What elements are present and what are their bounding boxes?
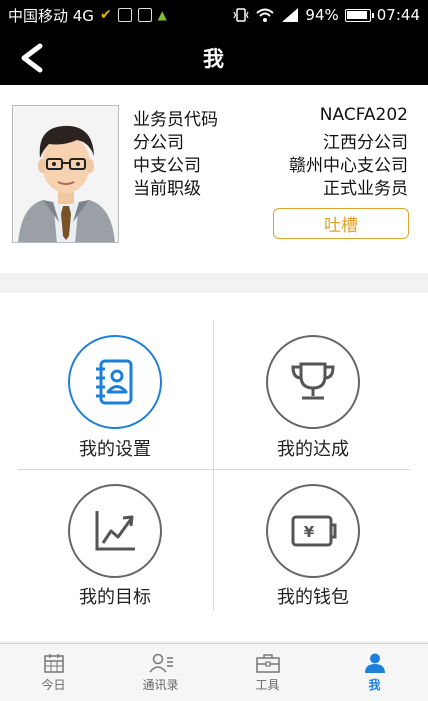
clock: 07:44 xyxy=(376,6,420,24)
notification-icon xyxy=(117,8,132,22)
title-bar: 我 xyxy=(0,30,428,85)
wallet-icon: ¥ xyxy=(266,484,360,578)
menu-item-settings[interactable]: 我的设置 xyxy=(17,323,213,473)
address-book-icon xyxy=(68,335,162,429)
carrier-label: 中国移动 4G xyxy=(8,6,94,25)
menu-item-achievement[interactable]: 我的达成 xyxy=(215,323,411,473)
feedback-button[interactable]: 吐槽 xyxy=(273,208,409,239)
rank-label: 当前职级 xyxy=(133,179,201,199)
rank-value: 正式业务员 xyxy=(323,179,408,199)
agent-code-value: NACFA202 xyxy=(319,105,408,125)
profile-card: 业务员代码 NACFA202 分公司 江西分公司 中支公司 赣州中心支公司 当前… xyxy=(0,85,428,273)
toolbox-icon xyxy=(255,654,280,673)
businessman-avatar-icon xyxy=(13,106,118,242)
nav-label-today: 今日 xyxy=(41,678,66,692)
back-button[interactable] xyxy=(10,38,54,78)
bottom-nav: 今日 通讯录 工具 我 xyxy=(0,643,428,701)
status-bar: 中国移动 4G ✔ ▲ 94% 07:44 xyxy=(0,0,428,30)
growth-chart-icon xyxy=(68,484,162,578)
agent-code-label: 业务员代码 xyxy=(133,110,218,130)
battery-icon xyxy=(344,8,374,22)
status-right: 94% 07:44 xyxy=(233,6,420,24)
battery-percent: 94% xyxy=(305,6,339,24)
calendar-icon xyxy=(43,654,64,673)
wifi-icon xyxy=(256,8,275,22)
menu-item-target[interactable]: 我的目标 xyxy=(17,478,213,628)
nav-label-tools: 工具 xyxy=(255,678,280,692)
svg-text:¥: ¥ xyxy=(304,523,315,541)
nav-label-me: 我 xyxy=(368,678,381,692)
info-row-sub-branch: 中支公司 赣州中心支公司 xyxy=(133,151,408,176)
nav-item-today[interactable]: 今日 xyxy=(0,644,107,701)
menu-label-target: 我的目标 xyxy=(79,587,151,608)
info-row-agent-code: 业务员代码 NACFA202 xyxy=(133,105,408,130)
info-row-branch: 分公司 江西分公司 xyxy=(133,128,408,153)
status-left: 中国移动 4G ✔ ▲ xyxy=(8,5,167,26)
branch-value: 江西分公司 xyxy=(323,133,408,153)
signal-icon xyxy=(282,8,299,22)
nav-item-me[interactable]: 我 xyxy=(321,644,428,701)
nav-label-contacts: 通讯录 xyxy=(142,678,179,692)
menu-item-wallet[interactable]: ¥ 我的钱包 xyxy=(215,478,411,628)
nav-item-tools[interactable]: 工具 xyxy=(214,644,321,701)
menu-label-settings: 我的设置 xyxy=(79,439,151,460)
image-icon xyxy=(137,8,152,22)
avatar xyxy=(12,105,119,243)
info-row-rank: 当前职级 正式业务员 xyxy=(133,174,408,199)
check-icon: ✔ xyxy=(99,7,112,23)
contacts-icon xyxy=(148,653,173,673)
sub-branch-label: 中支公司 xyxy=(133,156,201,176)
vibrate-icon xyxy=(233,8,249,22)
chevron-left-icon xyxy=(21,43,43,73)
android-icon: ▲ xyxy=(157,8,167,22)
branch-label: 分公司 xyxy=(133,133,184,153)
nav-item-contacts[interactable]: 通讯录 xyxy=(107,644,214,701)
menu-label-wallet: 我的钱包 xyxy=(277,587,349,608)
person-icon xyxy=(364,653,385,673)
menu-label-achievement: 我的达成 xyxy=(277,439,349,460)
page-title: 我 xyxy=(203,46,225,71)
menu-grid: 我的设置 我的达成 我的目标 ¥ 我的钱包 xyxy=(0,293,428,641)
grid-divider-vertical xyxy=(213,321,214,611)
sub-branch-value: 赣州中心支公司 xyxy=(289,156,408,176)
trophy-icon xyxy=(266,335,360,429)
